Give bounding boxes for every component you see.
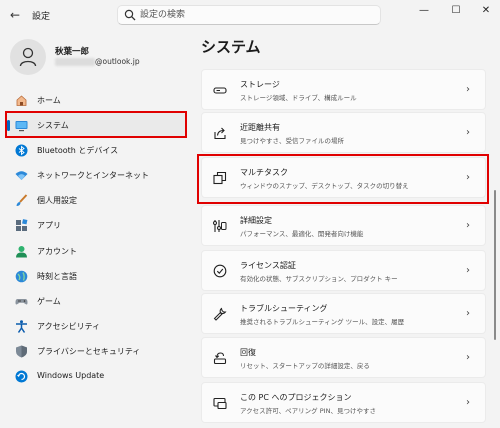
profile-email: @outlook.jp bbox=[95, 57, 140, 66]
chevron-right-icon: › bbox=[466, 352, 470, 363]
card-subtitle: 有効化の状態、サブスクリプション、プロダクト キー bbox=[240, 275, 398, 283]
home-icon bbox=[16, 95, 27, 106]
sidebar-item-gaming[interactable]: ゲーム bbox=[6, 289, 186, 314]
search-box[interactable] bbox=[117, 5, 381, 25]
accessibility-icon bbox=[16, 320, 27, 333]
app-title: 設定 bbox=[32, 12, 51, 22]
chevron-right-icon: › bbox=[466, 397, 470, 408]
card-subtitle: パフォーマンス、最適化、開発者向け機能 bbox=[240, 230, 364, 238]
share-icon bbox=[214, 127, 226, 140]
gamepad-icon bbox=[15, 298, 28, 305]
sidebar-item-accounts[interactable]: アカウント bbox=[6, 239, 186, 264]
back-button[interactable]: ← bbox=[6, 6, 24, 24]
sidebar-item-network[interactable]: ネットワークとインターネット bbox=[6, 163, 186, 188]
card-subtitle: リセット、スタートアップの詳細設定、戻る bbox=[240, 362, 370, 370]
card-subtitle: ストレージ領域、ドライブ、構成ルール bbox=[240, 94, 357, 102]
chevron-right-icon: › bbox=[466, 220, 470, 231]
sidebar-item-label: ネットワークとインターネット bbox=[37, 171, 149, 181]
update-icon bbox=[15, 370, 28, 383]
sidebar-item-label: Windows Update bbox=[37, 371, 105, 381]
chevron-right-icon: › bbox=[466, 265, 470, 276]
search-input[interactable] bbox=[140, 8, 376, 22]
chevron-right-icon: › bbox=[466, 127, 470, 138]
sidebar-item-time-language[interactable]: 時刻と言語 bbox=[6, 264, 186, 289]
settings-card-storage[interactable]: ストレージ ストレージ領域、ドライブ、構成ルール › bbox=[201, 69, 486, 110]
recovery-icon bbox=[213, 352, 227, 365]
bluetooth-icon bbox=[15, 144, 28, 157]
sidebar-item-label: アカウント bbox=[37, 246, 77, 256]
scrollbar-thumb[interactable] bbox=[494, 190, 496, 340]
sidebar-item-label: アプリ bbox=[37, 221, 61, 231]
minimize-button[interactable]: — bbox=[408, 0, 440, 22]
card-title: 近距離共有 bbox=[240, 123, 280, 132]
card-title: ストレージ bbox=[240, 80, 280, 89]
shield-icon bbox=[16, 345, 27, 358]
sidebar-item-label: Bluetooth とデバイス bbox=[37, 146, 119, 156]
license-icon bbox=[213, 264, 227, 278]
time-language-icon bbox=[15, 270, 28, 282]
settings-card-recovery[interactable]: 回復 リセット、スタートアップの詳細設定、戻る › bbox=[201, 337, 486, 378]
sidebar-item-apps[interactable]: アプリ bbox=[6, 213, 186, 238]
card-subtitle: 推奨されるトラブルシューティング ツール、設定、履歴 bbox=[240, 318, 405, 326]
card-subtitle: アクセス許可、ペアリング PIN、見つけやすさ bbox=[240, 407, 376, 415]
card-title: ライセンス認証 bbox=[240, 261, 296, 270]
advanced-settings-icon bbox=[213, 220, 227, 232]
network-icon bbox=[15, 171, 28, 181]
close-button[interactable]: ✕ bbox=[470, 0, 500, 22]
sidebar-item-label: ホーム bbox=[37, 96, 61, 105]
chevron-right-icon: › bbox=[466, 308, 470, 319]
sidebar-item-accessibility[interactable]: アクセシビリティ bbox=[6, 314, 186, 339]
brush-icon bbox=[16, 194, 28, 207]
sidebar-item-label: プライバシーとセキュリティ bbox=[37, 346, 141, 356]
search-icon bbox=[124, 9, 136, 21]
profile-name: 秋葉一郎 bbox=[55, 47, 90, 57]
account-icon bbox=[16, 245, 27, 258]
wrench-icon bbox=[213, 307, 227, 321]
settings-card-nearby-sharing[interactable]: 近距離共有 見つけやすさ、受信ファイルの場所 › bbox=[201, 112, 486, 153]
sidebar-item-privacy-security[interactable]: プライバシーとセキュリティ bbox=[6, 339, 186, 364]
sidebar-item-personalization[interactable]: 個人用設定 bbox=[6, 188, 186, 213]
highlight-box-sidebar-system bbox=[5, 111, 187, 138]
card-subtitle: 見つけやすさ、受信ファイルの場所 bbox=[240, 137, 344, 145]
card-title: この PC へのプロジェクション bbox=[240, 393, 352, 402]
page-title: システム bbox=[201, 38, 261, 56]
sidebar-item-home[interactable]: ホーム bbox=[6, 88, 186, 113]
card-title: トラブルシューティング bbox=[240, 304, 328, 313]
user-icon bbox=[19, 47, 37, 67]
sidebar-item-label: アクセシビリティ bbox=[37, 321, 101, 331]
profile-email-redacted bbox=[55, 58, 95, 66]
settings-card-activation[interactable]: ライセンス認証 有効化の状態、サブスクリプション、プロダクト キー › bbox=[201, 250, 486, 291]
avatar[interactable] bbox=[10, 39, 46, 75]
sidebar-item-label: 時刻と言語 bbox=[37, 271, 77, 281]
settings-card-advanced[interactable]: 詳細設定 パフォーマンス、最適化、開発者向け機能 › bbox=[201, 205, 486, 246]
chevron-right-icon: › bbox=[466, 84, 470, 95]
card-title: 回復 bbox=[240, 348, 256, 357]
settings-card-troubleshoot[interactable]: トラブルシューティング 推奨されるトラブルシューティング ツール、設定、履歴 › bbox=[201, 293, 486, 334]
storage-icon bbox=[213, 87, 227, 94]
title-bar: ← 設定 — ☐ ✕ bbox=[0, 0, 500, 30]
settings-card-projection[interactable]: この PC へのプロジェクション アクセス許可、ペアリング PIN、見つけやすさ… bbox=[201, 382, 486, 423]
highlight-box-multitasking bbox=[197, 154, 489, 204]
apps-icon bbox=[16, 219, 28, 232]
projection-icon bbox=[213, 397, 227, 410]
sidebar-item-label: ゲーム bbox=[37, 296, 61, 306]
sidebar-item-windows-update[interactable]: Windows Update bbox=[6, 364, 186, 389]
card-title: 詳細設定 bbox=[240, 216, 272, 225]
sidebar-item-label: 個人用設定 bbox=[37, 196, 77, 206]
sidebar-item-bluetooth[interactable]: Bluetooth とデバイス bbox=[6, 138, 186, 163]
maximize-button[interactable]: ☐ bbox=[440, 0, 472, 22]
